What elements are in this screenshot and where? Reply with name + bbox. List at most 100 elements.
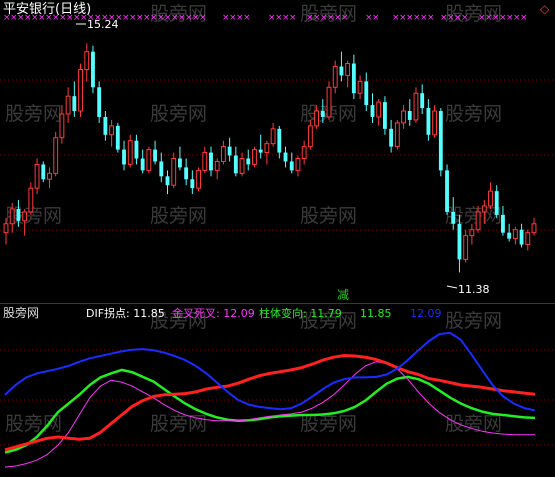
candle-52: [326, 81, 332, 120]
candle-69: [432, 105, 438, 138]
candle-body: [295, 158, 301, 171]
candle-body: [22, 211, 28, 222]
signal-marker-42: ×: [341, 13, 349, 23]
candle-body: [519, 229, 524, 245]
candle-body: [84, 51, 90, 70]
candle-body: [432, 110, 438, 136]
candle-body: [507, 232, 512, 239]
candle-body: [258, 149, 263, 153]
signal-marker-44: ×: [372, 13, 380, 23]
candle-body: [97, 87, 102, 117]
candle-body: [72, 96, 77, 112]
candle-body: [127, 140, 133, 165]
candle-70: [438, 108, 443, 177]
signal-marker-28: ×: [199, 13, 207, 23]
candle-body: [264, 143, 270, 154]
candle-46: [289, 152, 294, 174]
candle-body: [146, 149, 152, 171]
candle-body: [463, 235, 469, 260]
golden-label: 金叉死叉: 12.09: [172, 306, 255, 320]
candle-26: [165, 170, 170, 195]
candle-59: [370, 93, 375, 123]
candle-21: [134, 134, 139, 165]
candle-11: [72, 81, 77, 117]
candle-body: [332, 66, 338, 88]
candle-84: [525, 229, 531, 251]
candle-body: [451, 211, 456, 224]
high-label: 15.24: [87, 18, 119, 31]
watermark-8: 股旁网: [150, 205, 207, 227]
pillar-label: 柱体变向: 11.79: [259, 306, 342, 320]
candle-53: [332, 60, 338, 94]
candle-63: [394, 119, 400, 150]
candle-body: [270, 128, 276, 145]
candle-body: [134, 140, 139, 159]
watermark-16: 股旁网: [300, 413, 357, 435]
candle-20: [127, 134, 133, 168]
candle-71: [445, 164, 449, 215]
candle-55: [345, 60, 351, 88]
candle-body: [382, 102, 387, 129]
value-b-label: 12.09: [410, 307, 442, 320]
candlesticks: [3, 43, 537, 273]
candle-body: [209, 152, 213, 171]
signal-marker-61: ×: [520, 13, 528, 23]
watermark-13: 股旁网: [445, 310, 502, 332]
candle-body: [438, 111, 443, 171]
candle-body: [140, 158, 145, 171]
candle-60: [376, 99, 382, 126]
candle-85: [531, 217, 537, 236]
candle-body: [178, 158, 182, 168]
candle-body: [326, 86, 332, 118]
candle-62: [389, 119, 394, 153]
candle-15: [97, 81, 102, 123]
candle-body: [220, 146, 226, 162]
candle-body: [171, 158, 177, 186]
dif-label: DIF拐点: 11.85: [86, 306, 165, 320]
candle-64: [401, 105, 406, 129]
candle-74: [463, 229, 469, 263]
candle-body: [103, 116, 108, 135]
watermark-9: 股旁网: [300, 205, 357, 227]
low-label: 11.38: [458, 283, 490, 296]
candle-body: [41, 164, 46, 180]
candle-10: [65, 87, 71, 123]
candle-24: [153, 140, 158, 165]
watermark-17: 股旁网: [445, 413, 502, 435]
candle-body: [190, 179, 195, 189]
candle-30: [190, 170, 195, 195]
candle-body: [239, 158, 245, 174]
candle-body: [351, 63, 356, 94]
candle-body: [122, 149, 126, 165]
candle-38: [239, 152, 245, 177]
candle-58: [364, 72, 369, 112]
candle-body: [475, 211, 481, 231]
candle-body: [301, 146, 307, 159]
candle-23: [146, 146, 152, 174]
candle-body: [165, 176, 170, 186]
candle-44: [277, 125, 282, 159]
signal-label: 减: [337, 288, 349, 302]
candle-57: [357, 75, 363, 100]
candle-17: [109, 119, 115, 147]
candle-5: [34, 158, 40, 195]
candle-body: [457, 223, 462, 260]
candle-54: [339, 51, 344, 82]
candle-body: [196, 169, 201, 189]
candle-body: [78, 68, 83, 112]
candle-body: [233, 155, 238, 174]
candle-body: [357, 80, 363, 94]
candle-body: [91, 51, 95, 88]
series-line-3: [4, 331, 536, 412]
candle-body: [47, 172, 52, 180]
candle-29: [184, 158, 189, 186]
candle-body: [389, 128, 394, 147]
low-annotation: 11.38: [446, 283, 490, 296]
candle-body: [9, 208, 15, 225]
signal-marker-50: ×: [427, 13, 435, 23]
candle-37: [233, 146, 238, 177]
candle-18: [115, 122, 120, 153]
candle-body: [364, 81, 369, 106]
candle-47: [295, 155, 301, 177]
candle-body: [345, 63, 351, 76]
